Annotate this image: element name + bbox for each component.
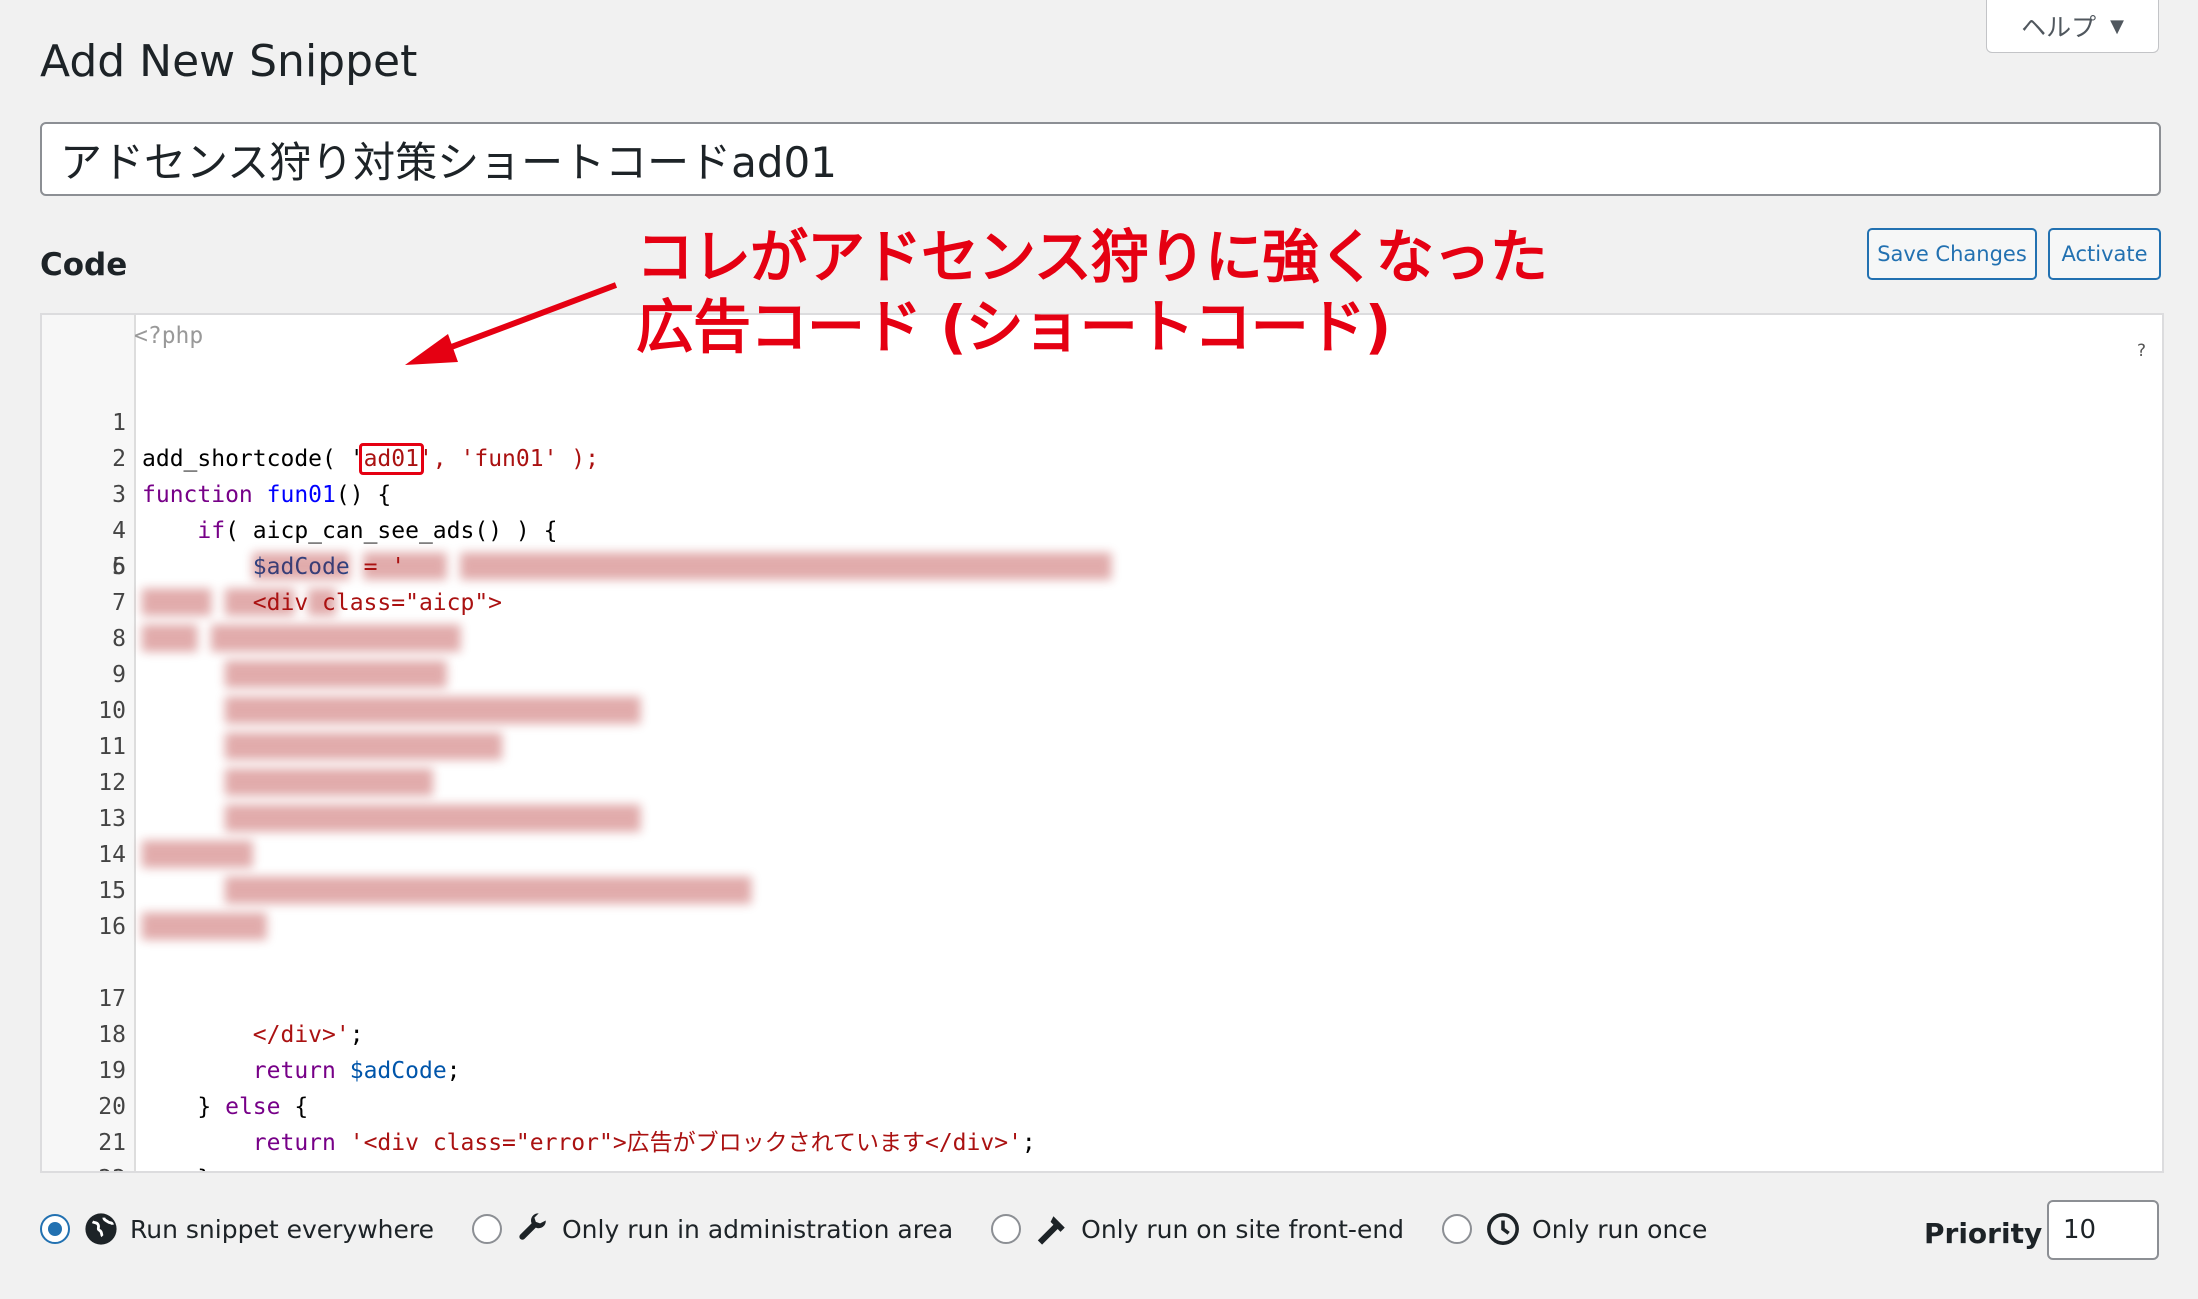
editor-help-mark[interactable]: ? [2137, 341, 2146, 361]
annotation-line-2: 広告コード (ショートコード) [636, 293, 1391, 361]
line-number: 15 [98, 878, 126, 904]
annotation-callout: コレがアドセンス狩りに強くなった 広告コード (ショートコード) [636, 222, 1548, 362]
code-line: 10 ██████████████████████████████ [42, 693, 2162, 729]
code-line: 18 return $adCode; [42, 981, 2162, 1084]
php-open-tag: <?php [134, 323, 204, 349]
code-line: 9 ████████████████ [42, 657, 2162, 693]
wrench-icon [519, 1213, 546, 1240]
clock-icon [1487, 1213, 1519, 1245]
radio-run-everywhere[interactable]: Run snippet everywhere [40, 1212, 434, 1246]
line-number: 6 [112, 554, 126, 580]
line-number: 22 [42, 1161, 126, 1171]
radio-run-frontend[interactable]: Only run on site front-end [991, 1212, 1404, 1246]
help-label: ヘルプ [2021, 13, 2097, 42]
code-line: 17 </div>'; [42, 945, 2162, 1048]
line-number: 9 [112, 662, 126, 688]
code-line: 6 ███████ ██████ ███████████████████████… [42, 549, 2162, 585]
blurred-code: ███████ ██████ █████████████████████████… [142, 554, 1112, 580]
snippet-title-input[interactable] [40, 122, 2161, 196]
blurred-code: █████████ [142, 914, 267, 940]
priority-label: Priority [1924, 1217, 2043, 1250]
radio-button[interactable] [471, 1214, 502, 1244]
code-line: 21 } [42, 1089, 2162, 1171]
radio-run-once[interactable]: Only run once [1442, 1212, 1707, 1246]
code-heading: Code [40, 247, 128, 283]
code-line: 11 ████████████████████ [42, 729, 2162, 765]
code-line: 20 return '<div class="error">広告がブロックされて… [42, 1053, 2162, 1156]
code-line: 14 ████████ [42, 837, 2162, 873]
blurred-code: ██████████████████████████████ [142, 698, 641, 724]
help-button[interactable]: ヘルプ ▼ [1986, 0, 2159, 53]
blurred-code: ███████████████ [142, 770, 433, 796]
radio-label: Run snippet everywhere [130, 1214, 434, 1244]
run-scope-options: Run snippet everywhere Only run in admin… [40, 1205, 1745, 1253]
page-title: Add New Snippet [40, 36, 418, 87]
hammer-icon [1037, 1216, 1065, 1245]
blurred-code: ██████████████████████████████████████ [142, 878, 752, 904]
code-line: 3 if( aicp_can_see_ads() ) { [42, 441, 2162, 544]
blurred-code: █████ █████ ██ [142, 590, 336, 616]
code-line: 12 ███████████████ [42, 765, 2162, 801]
line-number: 8 [112, 626, 126, 652]
code-line: 5 <div class="aicp"> [42, 513, 2162, 616]
radio-label: Only run in administration area [561, 1214, 954, 1244]
activate-button[interactable]: Activate [2048, 228, 2161, 280]
line-number: 11 [98, 734, 126, 760]
line-number: 10 [98, 698, 126, 724]
code-line: 19 } else { [42, 1017, 2162, 1120]
blurred-code: ████████████████████ [142, 734, 503, 760]
priority-input[interactable] [2047, 1200, 2159, 1260]
code-editor[interactable]: <?php ? 1 add_shortcode( 'ad01', 'fun01'… [40, 313, 2164, 1173]
blurred-code: ████████████████ [142, 662, 447, 688]
line-number: 12 [98, 770, 126, 796]
radio-label: Only run once [1532, 1214, 1708, 1244]
line-number: 16 [98, 914, 126, 940]
chevron-down-icon: ▼ [2110, 15, 2124, 37]
annotation-line-1: コレがアドセンス狩りに強くなった [636, 223, 1548, 291]
code-line: 13 ██████████████████████████████ [42, 801, 2162, 837]
radio-label: Only run on site front-end [1081, 1214, 1405, 1244]
code-line: 4 $adCode = ' [42, 477, 2162, 580]
radio-button[interactable] [40, 1214, 70, 1244]
globe-icon [85, 1213, 117, 1245]
code-line: 1 add_shortcode( 'ad01', 'fun01' ); [42, 369, 2162, 475]
line-number: 13 [98, 806, 126, 832]
blurred-code: ██████████████████████████████ [142, 806, 641, 832]
radio-button[interactable] [1442, 1214, 1473, 1244]
blurred-code: ████████ [142, 842, 253, 868]
code-line: 16 █████████ [42, 909, 2162, 945]
code-line: 8 ████ ██████████████████ [42, 621, 2162, 657]
radio-button[interactable] [991, 1214, 1022, 1244]
blurred-code: ████ ██████████████████ [142, 626, 461, 652]
code-line: 15 █████████████████████████████████████… [42, 873, 2162, 909]
code-line: 7 █████ █████ ██ [42, 585, 2162, 621]
line-number: 7 [112, 590, 126, 616]
code-token: } [197, 1166, 211, 1171]
radio-run-admin[interactable]: Only run in administration area [471, 1212, 954, 1246]
line-number: 14 [98, 842, 126, 868]
code-line: 22 } [42, 1125, 2162, 1171]
save-changes-button[interactable]: Save Changes [1867, 228, 2037, 280]
code-line: 2 function fun01() { [42, 405, 2162, 508]
